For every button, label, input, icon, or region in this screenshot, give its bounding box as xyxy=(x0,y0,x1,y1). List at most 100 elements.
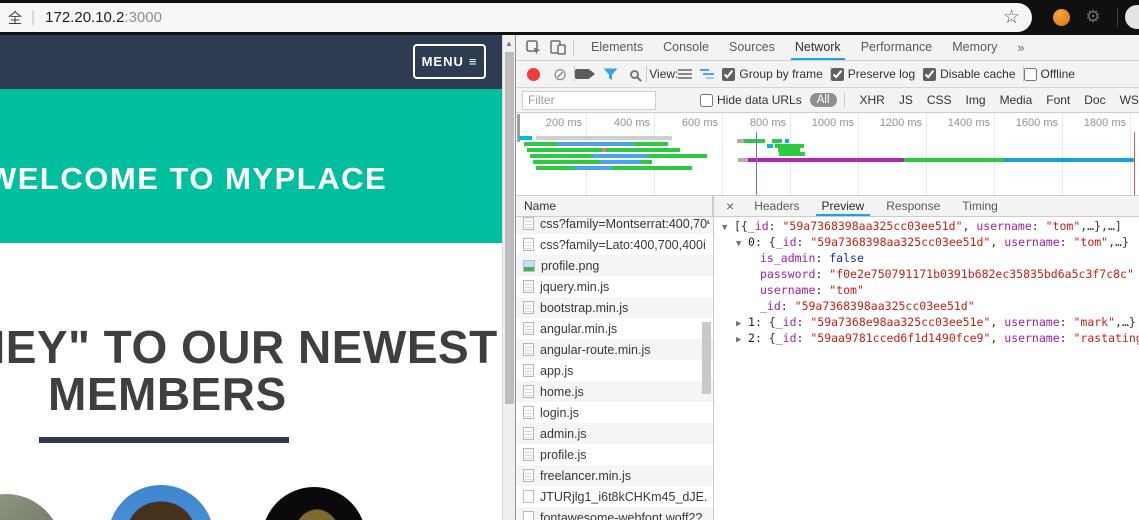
network-request-row[interactable]: css?family=Lato:400,700,400i xyxy=(516,234,713,255)
list-scroll-up-icon[interactable]: ▲ xyxy=(704,217,712,226)
json-token-key: username xyxy=(1004,331,1059,345)
extension-icon[interactable] xyxy=(1053,9,1070,26)
disclosure-triangle-icon[interactable]: ▶ xyxy=(736,332,748,348)
group-by-frame-checkbox[interactable]: Group by frame xyxy=(722,67,822,81)
detail-tab-response[interactable]: Response xyxy=(875,196,951,216)
tab-network[interactable]: Network xyxy=(785,35,851,60)
network-request-row[interactable]: profile.png xyxy=(516,255,713,276)
member-avatar-1[interactable] xyxy=(0,494,62,520)
waterfall-bar xyxy=(738,158,748,162)
json-tree-line: _id: "59a7368398aa325cc03ee51d" xyxy=(714,298,1139,314)
url-host[interactable]: 172.20.10.2 xyxy=(45,9,124,26)
json-tree-line[interactable]: ▶2: {_id: "59aa9781cced6f1d1490fce9", us… xyxy=(714,330,1139,346)
search-icon[interactable] xyxy=(630,70,639,79)
tab-elements[interactable]: Elements xyxy=(581,35,653,60)
document-file-icon xyxy=(523,448,534,461)
member-avatar-2[interactable] xyxy=(108,485,214,520)
name-column-header[interactable]: Name xyxy=(516,196,713,217)
network-request-row[interactable]: jquery.min.js xyxy=(516,276,713,297)
divider xyxy=(844,92,845,108)
filter-funnel-icon[interactable] xyxy=(602,66,618,82)
filter-input[interactable] xyxy=(522,91,656,110)
filter-type-media[interactable]: Media xyxy=(1000,93,1033,107)
network-request-row[interactable]: bootstrap.min.js xyxy=(516,297,713,318)
network-request-row[interactable]: profile.js xyxy=(516,444,713,465)
disclosure-triangle-icon[interactable]: ▼ xyxy=(722,220,734,236)
waterfall-bar xyxy=(785,139,789,143)
json-tree-line[interactable]: ▼0: {_id: "59a7368398aa325cc03ee51d", us… xyxy=(714,234,1139,250)
scroll-up-icon[interactable]: ▲ xyxy=(505,39,513,48)
network-overview-timeline[interactable]: 200 ms400 ms600 ms800 ms1000 ms1200 ms14… xyxy=(516,113,1139,196)
request-name: css?family=Lato:400,700,400i xyxy=(540,238,706,252)
menu-button[interactable]: MENU ≡ xyxy=(413,44,486,79)
device-toolbar-icon[interactable] xyxy=(550,40,566,56)
filter-type-ws[interactable]: WS xyxy=(1120,93,1139,107)
network-request-row[interactable]: admin.js xyxy=(516,423,713,444)
record-icon[interactable] xyxy=(527,68,540,81)
waterfall-bar xyxy=(779,152,805,156)
json-token-pln: : xyxy=(1060,315,1074,329)
offline-checkbox[interactable]: Offline xyxy=(1024,67,1075,81)
screenshot-camera-icon[interactable] xyxy=(575,69,590,79)
json-token-key: _id xyxy=(776,331,797,345)
network-request-row[interactable]: angular-route.min.js xyxy=(516,339,713,360)
json-tree-line[interactable]: ▶1: {_id: "59a7368e98aa325cc03ee51e", us… xyxy=(714,314,1139,330)
network-request-row[interactable]: login.js xyxy=(516,402,713,423)
address-bar[interactable]: 全 | 172.20.10.2 :3000 ☆ xyxy=(0,3,1032,32)
json-token-pln: , xyxy=(990,331,1004,345)
url-port[interactable]: :3000 xyxy=(124,9,162,26)
inspect-element-icon[interactable] xyxy=(525,40,541,56)
tab-console[interactable]: Console xyxy=(653,35,719,60)
hide-data-urls-checkbox[interactable]: Hide data URLs xyxy=(700,93,802,107)
filter-type-xhr[interactable]: XHR xyxy=(860,93,885,107)
network-request-row[interactable]: freelancer.min.js xyxy=(516,465,713,486)
tab-sources[interactable]: Sources xyxy=(719,35,785,60)
network-request-row[interactable]: home.js xyxy=(516,381,713,402)
bookmark-star-icon[interactable]: ☆ xyxy=(1003,6,1020,29)
tick-label: 200 ms xyxy=(526,117,582,129)
list-scrollbar-thumb[interactable] xyxy=(702,322,711,394)
json-tree-line[interactable]: ▼[{_id: "59a7368398aa325cc03ee51d", user… xyxy=(714,218,1139,234)
domcontentloaded-marker xyxy=(756,132,757,195)
json-token-key: _id xyxy=(760,299,781,313)
json-token-idx: 2 xyxy=(748,331,755,345)
clear-icon[interactable]: ⊘ xyxy=(553,66,567,83)
disclosure-triangle-icon[interactable]: ▼ xyxy=(736,236,748,252)
tab-performance[interactable]: Performance xyxy=(851,35,943,60)
json-token-pln: : xyxy=(815,251,829,265)
network-request-row[interactable]: app.js xyxy=(516,360,713,381)
page-scrollbar[interactable]: ▲ xyxy=(502,35,515,520)
filter-all-pill[interactable]: All xyxy=(810,93,837,107)
detail-tab-preview[interactable]: Preview xyxy=(811,196,876,216)
close-icon[interactable]: × xyxy=(726,198,734,214)
more-tabs-chevron-icon[interactable]: » xyxy=(1007,35,1034,60)
network-request-row[interactable]: JTURjlg1_i6t8kCHKm45_dJE. xyxy=(516,486,713,507)
list-view-icon[interactable] xyxy=(678,69,692,71)
page-scrollbar-thumb[interactable] xyxy=(505,52,514,404)
network-request-row[interactable]: fontawesome-webfont.woff2? xyxy=(516,507,713,520)
column-divider[interactable] xyxy=(713,196,714,520)
security-indicator[interactable]: 全 xyxy=(8,8,22,28)
member-avatar-3[interactable] xyxy=(262,487,366,520)
disable-cache-checkbox[interactable]: Disable cache xyxy=(923,67,1015,81)
waterfall-bar xyxy=(612,166,692,170)
network-request-row[interactable]: angular.min.js xyxy=(516,318,713,339)
document-file-icon xyxy=(523,364,534,377)
filter-type-css[interactable]: CSS xyxy=(927,93,952,107)
json-token-pln: : { xyxy=(755,315,776,329)
detail-tabs: HeadersPreviewResponseTiming xyxy=(743,196,1009,216)
filter-type-font[interactable]: Font xyxy=(1046,93,1070,107)
gear-icon[interactable]: ⚙ xyxy=(1083,7,1103,27)
filter-type-js[interactable]: JS xyxy=(899,93,913,107)
filter-type-img[interactable]: Img xyxy=(966,93,986,107)
detail-tab-headers[interactable]: Headers xyxy=(743,196,810,216)
preserve-log-checkbox[interactable]: Preserve log xyxy=(831,67,915,81)
waterfall-view-icon[interactable] xyxy=(700,68,714,80)
tab-memory[interactable]: Memory xyxy=(942,35,1007,60)
browser-avatar[interactable] xyxy=(1125,5,1139,29)
request-name: freelancer.min.js xyxy=(540,469,631,483)
waterfall-bar xyxy=(1004,158,1135,162)
filter-type-doc[interactable]: Doc xyxy=(1084,93,1105,107)
json-token-str: "59a7368398aa325cc03ee51d" xyxy=(810,235,990,249)
detail-tab-timing[interactable]: Timing xyxy=(951,196,1009,216)
